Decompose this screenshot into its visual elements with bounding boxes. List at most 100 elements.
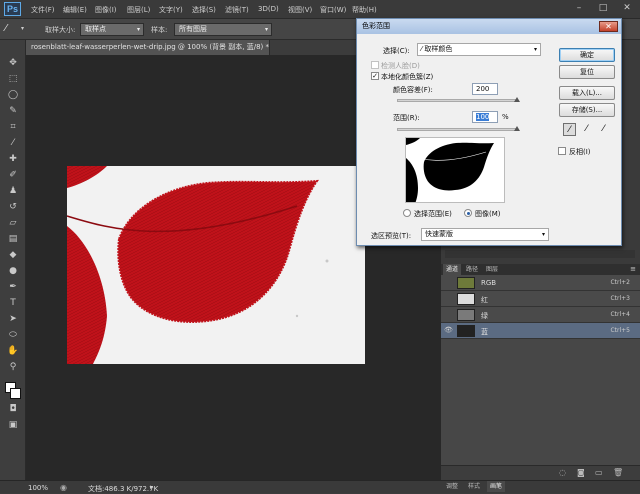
load-selection-icon[interactable]: ◌ xyxy=(559,468,566,477)
menu-3d[interactable]: 3D(D) xyxy=(258,5,279,13)
load-button[interactable]: 载入(L)... xyxy=(559,86,615,100)
delete-channel-icon[interactable]: 🗑 xyxy=(613,468,623,477)
eyedropper-icon[interactable]: ⁄ xyxy=(5,23,19,35)
zoom-level[interactable]: 100% xyxy=(28,484,48,492)
quick-mask-icon[interactable]: ◘ xyxy=(6,404,20,414)
tab-styles[interactable]: 样式 xyxy=(465,481,483,492)
close-window-icon[interactable]: ✕ xyxy=(620,3,634,15)
share-icon[interactable]: ◉ xyxy=(60,483,67,492)
range-slider[interactable] xyxy=(397,128,517,131)
photoshop-logo: Ps xyxy=(4,2,21,16)
dialog-close-button[interactable]: ✕ xyxy=(599,21,618,32)
radio-selection[interactable] xyxy=(403,209,411,217)
selection-preview-select[interactable]: 快速蒙版 ▾ xyxy=(421,228,549,241)
fuzziness-label: 颜色容差(F): xyxy=(393,86,433,94)
blur-tool-icon[interactable]: ◆ xyxy=(6,250,20,260)
reset-button[interactable]: 复位 xyxy=(559,65,615,79)
crop-tool-icon[interactable]: ⌗ xyxy=(6,122,20,132)
localized-clusters-label: 本地化颜色簇(Z) xyxy=(381,73,434,81)
bottom-panel-tabs: 调整 样式 画笔 xyxy=(441,480,640,493)
channel-name: 绿 xyxy=(481,312,488,320)
minimize-icon[interactable]: – xyxy=(572,3,586,15)
eraser-tool-icon[interactable]: ▱ xyxy=(6,218,20,228)
fuzziness-slider[interactable] xyxy=(397,99,517,102)
tab-brushes[interactable]: 画笔 xyxy=(487,481,506,492)
channels-panel-body xyxy=(441,339,640,465)
localized-clusters-checkbox[interactable]: ✓ xyxy=(371,72,379,80)
menu-file[interactable]: 文件(F) xyxy=(31,5,55,15)
channel-row[interactable]: RGB Ctrl+2 xyxy=(441,275,640,291)
tab-paths[interactable]: 路径 xyxy=(463,264,481,275)
visibility-icon[interactable] xyxy=(444,310,453,319)
panel-menu-icon[interactable]: ≡ xyxy=(630,265,636,273)
menu-view[interactable]: 视图(V) xyxy=(288,5,312,15)
hand-tool-icon[interactable]: ✋ xyxy=(6,346,20,356)
eyedropper-minus-icon[interactable]: ⁄ xyxy=(597,123,610,136)
menu-filter[interactable]: 滤镜(T) xyxy=(225,5,249,15)
menu-image[interactable]: 图像(I) xyxy=(95,5,117,15)
channel-row[interactable]: 红 Ctrl+3 xyxy=(441,291,640,307)
maximize-icon[interactable]: □ xyxy=(596,3,610,15)
invert-label: 反相(I) xyxy=(569,148,591,156)
tool-preset-dropdown-icon[interactable]: ▾ xyxy=(21,25,24,32)
save-button[interactable]: 存储(S)... xyxy=(559,103,615,117)
select-dropdown[interactable]: ⁄ 取样颜色 ▾ xyxy=(417,43,541,56)
healing-tool-icon[interactable]: ✚ xyxy=(6,154,20,164)
gradient-tool-icon[interactable]: ▤ xyxy=(6,234,20,244)
channel-row[interactable]: 绿 Ctrl+4 xyxy=(441,307,640,323)
visibility-icon[interactable]: 👁 xyxy=(444,326,453,335)
fuzziness-input[interactable]: 200 xyxy=(472,83,498,95)
eyedropper-icon[interactable]: ⁄ xyxy=(563,123,576,136)
leaf-image[interactable] xyxy=(67,166,365,364)
channel-name: 蓝 xyxy=(481,328,488,336)
menu-select[interactable]: 选择(S) xyxy=(192,5,216,15)
marquee-tool-icon[interactable]: ⬚ xyxy=(6,74,20,84)
eyedropper-tool-icon[interactable]: ⁄ xyxy=(6,138,20,148)
quick-select-tool-icon[interactable]: ✎ xyxy=(6,106,20,116)
eyedropper-plus-icon[interactable]: ⁄ xyxy=(580,123,593,136)
range-input[interactable]: 100 xyxy=(472,111,498,123)
menu-window[interactable]: 窗口(W) xyxy=(320,5,346,15)
invert-checkbox[interactable] xyxy=(558,147,566,155)
sample-select[interactable]: 所有图层 ▾ xyxy=(174,23,272,36)
history-brush-icon[interactable]: ↺ xyxy=(6,202,20,212)
path-select-tool-icon[interactable]: ➤ xyxy=(6,314,20,324)
radio-image[interactable] xyxy=(464,209,472,217)
tab-channels[interactable]: 通道 xyxy=(443,264,462,275)
background-color-swatch[interactable] xyxy=(10,388,21,399)
screen-mode-icon[interactable]: ▣ xyxy=(6,420,20,430)
dodge-tool-icon[interactable]: ● xyxy=(6,266,20,276)
pen-tool-icon[interactable]: ✒ xyxy=(6,282,20,292)
brush-tool-icon[interactable]: ✐ xyxy=(6,170,20,180)
sample-size-select[interactable]: 取样点 ▾ xyxy=(80,23,144,36)
visibility-icon[interactable] xyxy=(444,294,453,303)
ok-button[interactable]: 确定 xyxy=(559,48,615,62)
tab-layers[interactable]: 图层 xyxy=(483,264,501,275)
range-slider-thumb[interactable] xyxy=(514,126,520,131)
new-channel-icon[interactable]: ▭ xyxy=(595,468,603,477)
status-menu-arrow-icon[interactable]: ▸ xyxy=(150,483,154,491)
channel-row-selected[interactable]: 👁 蓝 Ctrl+5 xyxy=(441,323,640,339)
type-tool-icon[interactable]: T xyxy=(6,298,20,308)
menu-help[interactable]: 帮助(H) xyxy=(352,5,377,15)
selection-preview[interactable] xyxy=(405,137,505,203)
shape-tool-icon[interactable]: ⬭ xyxy=(6,330,20,340)
menu-type[interactable]: 文字(Y) xyxy=(159,5,183,15)
zoom-tool-icon[interactable]: ⚲ xyxy=(6,362,20,372)
menu-edit[interactable]: 编辑(E) xyxy=(63,5,87,15)
visibility-icon[interactable] xyxy=(444,278,453,287)
lasso-tool-icon[interactable]: ◯ xyxy=(6,90,20,100)
save-selection-icon[interactable]: ◙ xyxy=(577,468,585,477)
fuzziness-slider-thumb[interactable] xyxy=(514,97,520,102)
tab-adjustments[interactable]: 调整 xyxy=(443,481,461,492)
stamp-tool-icon[interactable]: ♟ xyxy=(6,186,20,196)
channel-shortcut: Ctrl+3 xyxy=(610,295,630,302)
dialog-titlebar[interactable]: 色彩范围 xyxy=(357,19,621,34)
detect-faces-checkbox[interactable] xyxy=(371,61,379,69)
menu-layer[interactable]: 图层(L) xyxy=(127,5,150,15)
document-tab[interactable]: rosenblatt-leaf-wasserperlen-wet-drip.jp… xyxy=(26,40,270,55)
channel-shortcut: Ctrl+5 xyxy=(610,327,630,334)
selection-preview-value: 快速蒙版 xyxy=(425,230,453,238)
chevron-down-icon: ▾ xyxy=(136,26,140,33)
move-tool-icon[interactable]: ✥ xyxy=(6,58,20,68)
